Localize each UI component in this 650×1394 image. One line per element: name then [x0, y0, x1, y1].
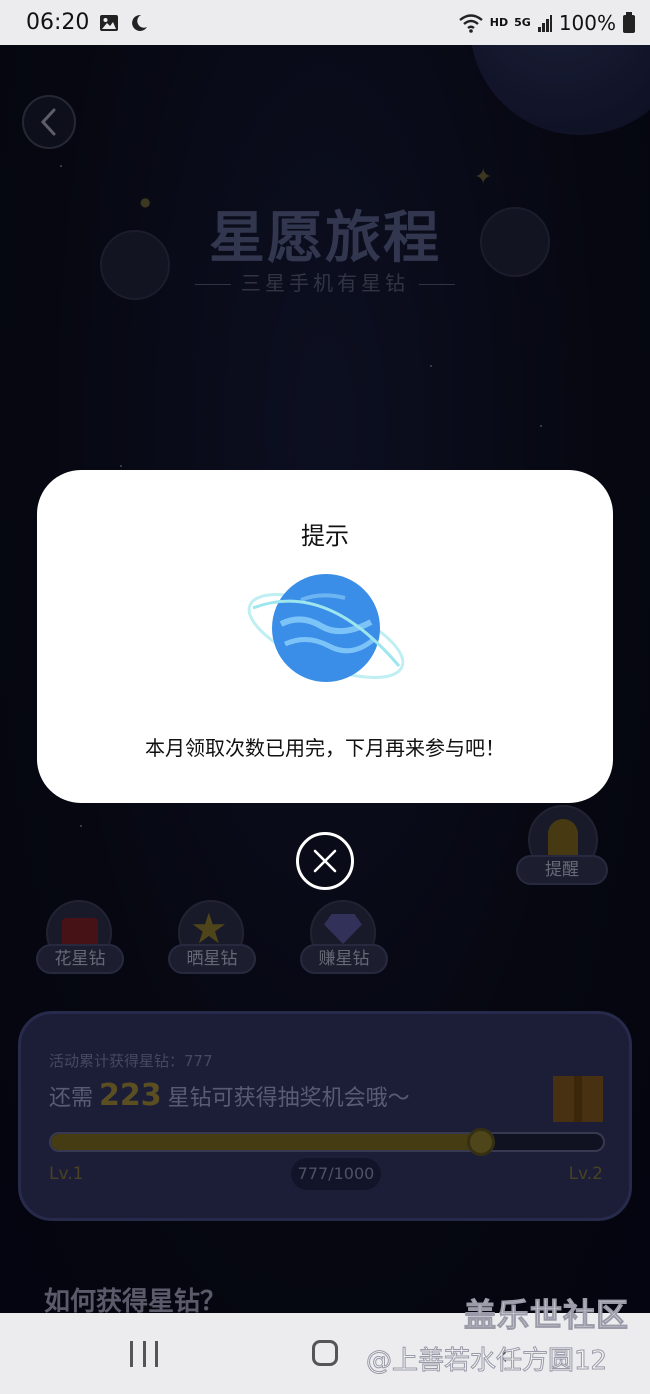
close-icon — [313, 849, 337, 873]
network-5g: 5G — [514, 16, 531, 29]
recent-apps-button[interactable] — [130, 1341, 158, 1367]
status-time: 06:20 — [26, 10, 90, 35]
planet-icon — [247, 574, 405, 682]
dialog-title: 提示 — [301, 522, 349, 550]
notice-dialog: 提示 本月领取次数已用完，下月再来参与吧！ — [37, 470, 613, 803]
moon-icon — [132, 14, 148, 31]
battery-icon — [623, 11, 635, 33]
image-icon — [100, 14, 119, 31]
network-hd: HD — [489, 16, 509, 29]
signal-icon — [537, 14, 552, 32]
close-button[interactable] — [296, 832, 354, 890]
watermark-site: 盖乐世社区 — [463, 1296, 630, 1335]
watermark-user: @上善若水任方圆12 — [365, 1346, 608, 1377]
home-button[interactable] — [312, 1340, 338, 1366]
battery-percent: 100% — [558, 10, 616, 35]
status-bar: 06:20 HD 5G 100% — [0, 0, 650, 45]
wifi-icon — [459, 13, 483, 33]
dialog-message: 本月领取次数已用完，下月再来参与吧！ — [145, 736, 505, 760]
